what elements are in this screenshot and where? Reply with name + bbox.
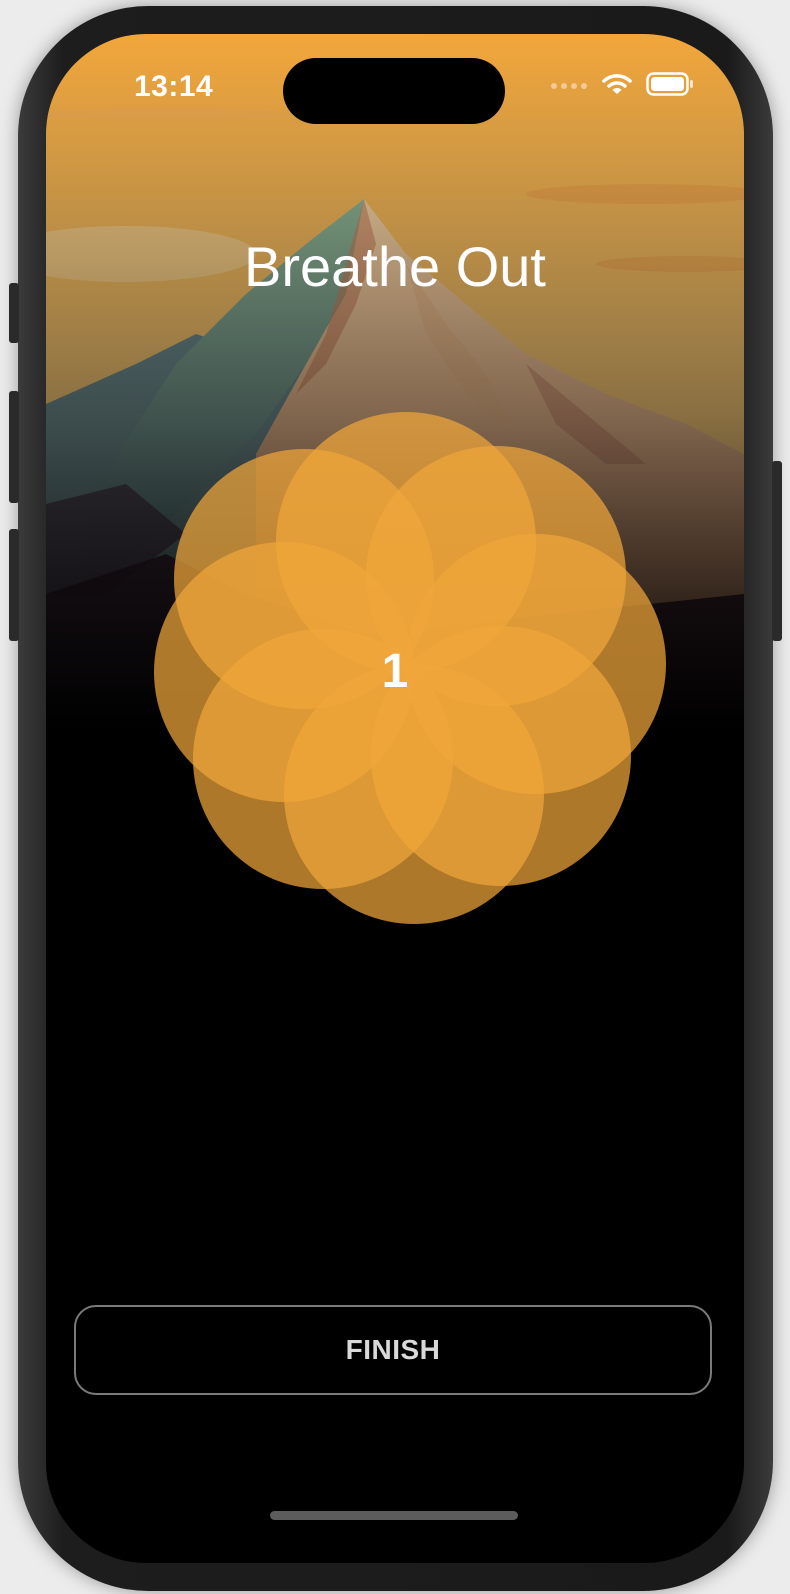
volume-down-button: [9, 529, 19, 641]
phone-frame: 13:14 Breathe Out 1 FINISH: [9, 6, 782, 1591]
silent-switch: [9, 283, 19, 343]
breathing-flower: [154, 412, 666, 924]
finish-button[interactable]: FINISH: [74, 1305, 712, 1395]
volume-up-button: [9, 391, 19, 503]
app-screen: 13:14 Breathe Out 1 FINISH: [46, 34, 744, 1563]
breath-count: 1: [381, 645, 409, 698]
home-indicator[interactable]: [270, 1511, 518, 1520]
power-button: [772, 461, 782, 641]
